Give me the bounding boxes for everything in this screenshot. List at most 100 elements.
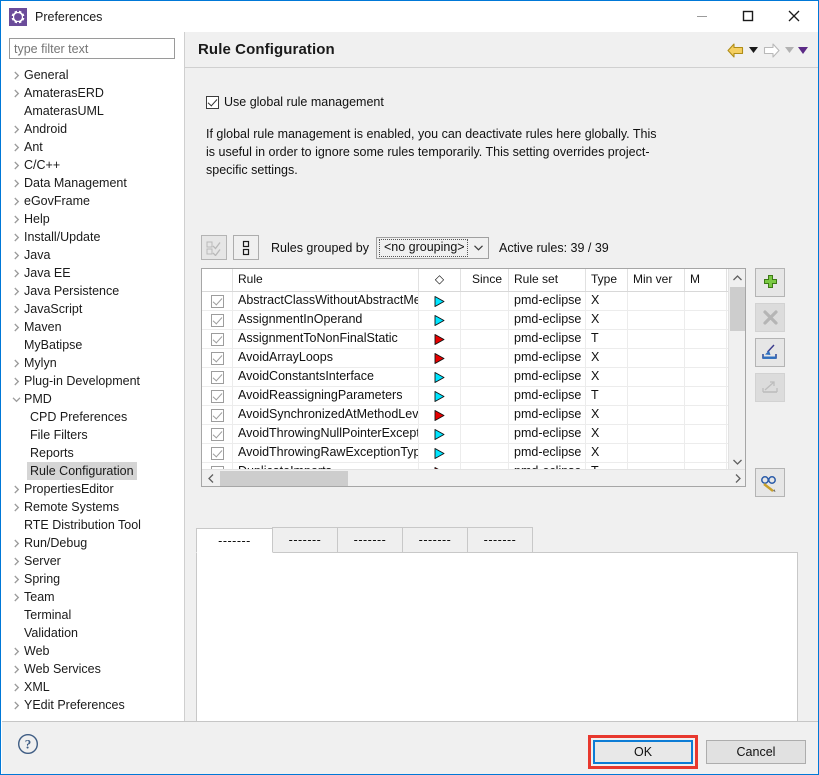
table-row[interactable]: AvoidConstantsInterfacepmd-eclipseX bbox=[202, 368, 745, 387]
chevron-right-icon[interactable] bbox=[8, 480, 24, 498]
use-global-rule-management-row[interactable]: Use global rule management bbox=[206, 95, 384, 109]
chevron-right-icon[interactable] bbox=[8, 246, 24, 264]
chevron-right-icon[interactable] bbox=[8, 228, 24, 246]
tab-2[interactable]: ------- bbox=[337, 527, 403, 552]
sidebar-item-terminal[interactable]: Terminal bbox=[2, 606, 184, 624]
column-header-type[interactable]: Type bbox=[586, 269, 628, 291]
back-arrow-icon[interactable] bbox=[724, 40, 746, 60]
sidebar-item-java[interactable]: Java bbox=[2, 246, 184, 264]
sidebar-item-run-debug[interactable]: Run/Debug bbox=[2, 534, 184, 552]
rule-enabled-checkbox[interactable] bbox=[202, 349, 233, 367]
close-button[interactable] bbox=[771, 1, 817, 31]
chevron-down-icon[interactable] bbox=[8, 390, 24, 408]
rules-table[interactable]: Rule◇SinceRule setTypeMin verM AbstractC… bbox=[201, 268, 746, 487]
sidebar-item-maven[interactable]: Maven bbox=[2, 318, 184, 336]
chevron-right-icon[interactable] bbox=[8, 66, 24, 84]
rule-enabled-checkbox[interactable] bbox=[202, 311, 233, 329]
chevron-right-icon[interactable] bbox=[8, 372, 24, 390]
ok-button[interactable]: OK bbox=[593, 740, 693, 764]
back-menu-chevron-down-icon[interactable] bbox=[746, 40, 760, 60]
table-row[interactable]: AvoidThrowingRawExceptionTypespmd-eclips… bbox=[202, 444, 745, 463]
chevron-right-icon[interactable] bbox=[8, 318, 24, 336]
sidebar-item-spring[interactable]: Spring bbox=[2, 570, 184, 588]
rule-enabled-checkbox[interactable] bbox=[202, 406, 233, 424]
scroll-right-icon[interactable] bbox=[729, 470, 746, 487]
table-row[interactable]: AssignmentToNonFinalStaticpmd-eclipseT bbox=[202, 330, 745, 349]
cancel-button[interactable]: Cancel bbox=[706, 740, 806, 764]
chevron-right-icon[interactable] bbox=[8, 498, 24, 516]
column-header-rule[interactable]: Rule bbox=[233, 269, 419, 291]
preferences-tree[interactable]: GeneralAmaterasERDAmaterasUMLAndroidAntC… bbox=[2, 66, 184, 718]
sidebar-item-c-c[interactable]: C/C++ bbox=[2, 156, 184, 174]
sidebar-item-yedit-preferences[interactable]: YEdit Preferences bbox=[2, 696, 184, 714]
chevron-right-icon[interactable] bbox=[8, 588, 24, 606]
scrollbar-thumb[interactable] bbox=[730, 287, 745, 331]
sidebar-item-ant[interactable]: Ant bbox=[2, 138, 184, 156]
tab-0[interactable]: ------- bbox=[196, 528, 273, 553]
sidebar-item-rule-configuration[interactable]: Rule Configuration bbox=[2, 462, 184, 480]
sidebar-item-amateraserd[interactable]: AmaterasERD bbox=[2, 84, 184, 102]
table-row[interactable]: AvoidArrayLoopspmd-eclipseX bbox=[202, 349, 745, 368]
minimize-button[interactable] bbox=[679, 1, 725, 31]
layout-columns-button[interactable] bbox=[233, 235, 259, 260]
import-rules-button[interactable] bbox=[755, 338, 785, 367]
forward-menu-chevron-down-icon[interactable] bbox=[782, 40, 796, 60]
chevron-right-icon[interactable] bbox=[8, 552, 24, 570]
chevron-right-icon[interactable] bbox=[8, 264, 24, 282]
sidebar-item-server[interactable]: Server bbox=[2, 552, 184, 570]
rules-table-vertical-scrollbar[interactable] bbox=[728, 269, 745, 470]
table-row[interactable]: AvoidSynchronizedAtMethodLevelpmd-eclips… bbox=[202, 406, 745, 425]
chevron-right-icon[interactable] bbox=[8, 282, 24, 300]
column-header-maxver[interactable]: M bbox=[685, 269, 727, 291]
sidebar-item-file-filters[interactable]: File Filters bbox=[2, 426, 184, 444]
column-header-check[interactable] bbox=[202, 269, 233, 291]
select-all-button[interactable] bbox=[201, 235, 227, 260]
sidebar-item-general[interactable]: General bbox=[2, 66, 184, 84]
edit-rule-button[interactable] bbox=[755, 468, 785, 497]
sidebar-item-plug-in-development[interactable]: Plug-in Development bbox=[2, 372, 184, 390]
rule-enabled-checkbox[interactable] bbox=[202, 444, 233, 462]
tab-4[interactable]: ------- bbox=[467, 527, 533, 552]
page-menu-chevron-down-icon[interactable] bbox=[796, 40, 810, 60]
chevron-right-icon[interactable] bbox=[8, 660, 24, 678]
sidebar-item-reports[interactable]: Reports bbox=[2, 444, 184, 462]
column-header-minver[interactable]: Min ver bbox=[628, 269, 685, 291]
scroll-down-icon[interactable] bbox=[729, 453, 746, 470]
use-global-rule-management-checkbox[interactable] bbox=[206, 96, 219, 109]
chevron-right-icon[interactable] bbox=[8, 84, 24, 102]
sidebar-item-egovframe[interactable]: eGovFrame bbox=[2, 192, 184, 210]
sidebar-item-validation[interactable]: Validation bbox=[2, 624, 184, 642]
chevron-right-icon[interactable] bbox=[8, 192, 24, 210]
sidebar-item-cpd-preferences[interactable]: CPD Preferences bbox=[2, 408, 184, 426]
chevron-right-icon[interactable] bbox=[8, 642, 24, 660]
scroll-up-icon[interactable] bbox=[729, 269, 746, 286]
table-row[interactable]: AvoidThrowingNullPointerExceptionpmd-ecl… bbox=[202, 425, 745, 444]
sidebar-item-java-ee[interactable]: Java EE bbox=[2, 264, 184, 282]
rule-enabled-checkbox[interactable] bbox=[202, 368, 233, 386]
sidebar-item-pmd[interactable]: PMD bbox=[2, 390, 184, 408]
column-header-priority[interactable]: ◇ bbox=[419, 269, 461, 291]
sidebar-item-propertieseditor[interactable]: PropertiesEditor bbox=[2, 480, 184, 498]
sidebar-item-install-update[interactable]: Install/Update bbox=[2, 228, 184, 246]
sidebar-item-data-management[interactable]: Data Management bbox=[2, 174, 184, 192]
rule-enabled-checkbox[interactable] bbox=[202, 292, 233, 310]
chevron-right-icon[interactable] bbox=[8, 696, 24, 714]
scrollbar-thumb[interactable] bbox=[220, 471, 348, 486]
rule-enabled-checkbox[interactable] bbox=[202, 387, 233, 405]
sidebar-item-team[interactable]: Team bbox=[2, 588, 184, 606]
chevron-right-icon[interactable] bbox=[8, 138, 24, 156]
add-rule-button[interactable] bbox=[755, 268, 785, 297]
sidebar-item-mybatipse[interactable]: MyBatipse bbox=[2, 336, 184, 354]
rules-grouped-by-select[interactable]: <no grouping> bbox=[376, 237, 489, 259]
rules-table-body[interactable]: AbstractClassWithoutAbstractMethodpmd-ec… bbox=[202, 292, 745, 482]
tab-3[interactable]: ------- bbox=[402, 527, 468, 552]
chevron-right-icon[interactable] bbox=[8, 210, 24, 228]
scroll-left-icon[interactable] bbox=[202, 470, 219, 487]
rules-table-horizontal-scrollbar[interactable] bbox=[202, 469, 746, 486]
chevron-right-icon[interactable] bbox=[8, 300, 24, 318]
chevron-right-icon[interactable] bbox=[8, 534, 24, 552]
rule-enabled-checkbox[interactable] bbox=[202, 425, 233, 443]
chevron-right-icon[interactable] bbox=[8, 156, 24, 174]
filter-input[interactable] bbox=[9, 38, 175, 59]
column-header-ruleset[interactable]: Rule set bbox=[509, 269, 586, 291]
